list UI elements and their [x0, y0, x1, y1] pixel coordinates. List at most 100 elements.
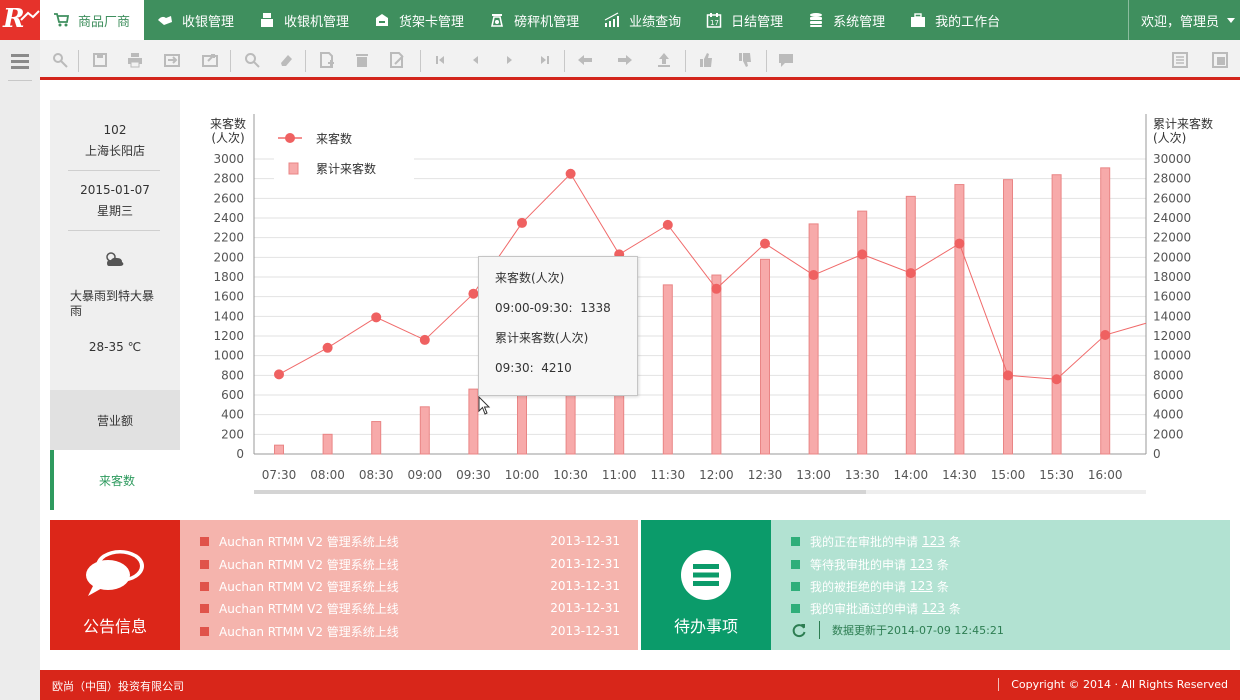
back-arrow-icon[interactable] [577, 52, 593, 68]
data-point [1003, 370, 1013, 381]
bar [274, 444, 284, 455]
user-menu[interactable]: 欢迎，管理员 [1128, 0, 1240, 40]
list-item[interactable]: Auchan RTMM V2 管理系统上线 2013-12-31 [200, 555, 620, 573]
save-icon[interactable] [92, 52, 108, 68]
list-item[interactable]: 我的被拒绝的申请 123 条 [791, 577, 949, 595]
y-tick-label-left: 400 [221, 408, 244, 422]
search-settings-icon[interactable] [52, 52, 68, 68]
search-icon[interactable] [244, 52, 260, 68]
nav-item-label: 系统管理 [833, 14, 886, 30]
refresh-icon[interactable] [791, 622, 807, 638]
comment-icon[interactable] [778, 52, 794, 68]
rain-cloud-icon [103, 250, 127, 270]
svg-text:17: 17 [710, 19, 719, 27]
todo-list: 数据更新于2014-07-09 12:45:21 我的正在审批的申请 123 条等待… [771, 520, 1230, 650]
cart-icon [52, 12, 70, 28]
y-tick-label-left: 2400 [213, 211, 244, 225]
list-item[interactable]: 等待我审批的申请 123 条 [791, 555, 949, 573]
edit-doc-icon[interactable] [389, 52, 405, 68]
database-icon [807, 12, 825, 28]
tab-revenue[interactable]: 营业额 [50, 390, 180, 450]
tab-visitors[interactable]: 来客数 [50, 450, 180, 510]
nav-item-label: 磅秤机管理 [514, 14, 580, 30]
nav-item-scale[interactable]: 磅秤机管理 [476, 0, 591, 40]
list-item[interactable]: Auchan RTMM V2 管理系统上线 2013-12-31 [200, 622, 620, 640]
nav-item-cashier[interactable]: 收银管理 [144, 0, 246, 40]
next-page-icon[interactable] [502, 52, 518, 68]
legend-label: 累计来客数 [316, 161, 376, 176]
todo-count[interactable]: 123 [922, 601, 945, 615]
thumbs-down-icon[interactable] [737, 52, 753, 68]
legend-marker [285, 133, 295, 143]
y-tick-label-left: 1600 [213, 290, 244, 304]
data-point [322, 342, 333, 353]
top-nav-bar: R 商品厂商 收银管理 收银机管理 货架卡管理 磅秤机管理 业绩查询 17 日结… [0, 0, 1240, 40]
y-tick-label-right: 16000 [1153, 290, 1191, 304]
list-item[interactable]: 我的正在审批的申请 123 条 [791, 532, 961, 550]
divider [68, 230, 160, 231]
date: 2015-01-07 [80, 183, 150, 197]
forward-arrow-icon[interactable] [617, 52, 633, 68]
tooltip-value: 1338 [580, 301, 611, 315]
list-item[interactable]: Auchan RTMM V2 管理系统上线 2013-12-31 [200, 577, 620, 595]
y-axis-title-right: (人次) [1153, 131, 1186, 145]
user-greeting: 欢迎，管理员 [1141, 14, 1220, 30]
todo-tile[interactable]: 待办事项 [641, 520, 771, 650]
copyright: Copyright © 2014 · All Rights Reserved [998, 678, 1228, 691]
upload-icon[interactable] [656, 52, 672, 68]
footer: 欧尚（中国）投资有限公司 Copyright © 2014 · All Righ… [40, 670, 1240, 700]
x-tick-label: 07:30 [262, 468, 297, 482]
visitor-chart: 0 200 400 600 800 1000 1200 1400 1600 1800 2000 220… [200, 100, 1240, 500]
nav-item-daily-close[interactable]: 17 日结管理 [693, 0, 795, 40]
bullet-icon [200, 603, 209, 613]
nav-item-workbench[interactable]: 我的工作台 [897, 0, 1012, 40]
todo-count[interactable]: 123 [922, 534, 945, 548]
shelf-icon [373, 12, 391, 28]
delete-icon[interactable] [354, 52, 370, 68]
prev-page-icon[interactable] [467, 52, 483, 68]
tooltip-value: 4210 [541, 361, 572, 375]
store-info: 102 上海长阳店 [50, 120, 180, 162]
toolbar [40, 40, 1240, 80]
y-tick-label-right: 30000 [1153, 152, 1191, 166]
nav-item-label: 货架卡管理 [399, 14, 465, 30]
x-tick-label: 09:30 [456, 468, 491, 482]
y-tick-label-left: 2600 [213, 191, 244, 205]
list-item[interactable]: Auchan RTMM V2 管理系统上线 2013-12-31 [200, 599, 620, 617]
list-item[interactable]: 我的审批通过的申请 123 条 [791, 599, 961, 617]
nav-item-shelf-card[interactable]: 货架卡管理 [361, 0, 476, 40]
export-icon[interactable] [202, 52, 218, 68]
announcements-list: Auchan RTMM V2 管理系统上线 2013-12-31 Auchan RT… [180, 520, 638, 650]
nav-item-register[interactable]: 收银机管理 [246, 0, 361, 40]
print-icon[interactable] [127, 52, 143, 68]
divider [8, 80, 32, 81]
announcements-tile[interactable]: 公告信息 [50, 520, 180, 650]
first-page-icon[interactable] [432, 52, 448, 68]
menu-icon[interactable] [11, 54, 29, 72]
x-tick-label: 14:00 [894, 468, 929, 482]
bar [857, 210, 868, 455]
thumbs-up-icon[interactable] [698, 52, 714, 68]
date-info: 2015-01-07 星期三 [50, 180, 180, 222]
chevron-down-icon [1227, 17, 1236, 23]
todo-count[interactable]: 123 [910, 557, 933, 571]
legend-label: 来客数 [316, 131, 352, 146]
todo-count[interactable]: 123 [910, 579, 933, 593]
nav-item-label: 收银管理 [182, 14, 235, 30]
weekday: 星期三 [96, 204, 133, 218]
eraser-icon[interactable] [278, 52, 294, 68]
nav-item-products[interactable]: 商品厂商 [40, 0, 145, 40]
nav-item-system[interactable]: 系统管理 [795, 0, 897, 40]
y-tick-label-right: 12000 [1153, 329, 1191, 343]
last-page-icon[interactable] [537, 52, 553, 68]
import-icon[interactable] [164, 52, 180, 68]
window-icon[interactable] [1212, 52, 1228, 68]
todo-title: 待办事项 [673, 617, 738, 636]
bullet-icon [200, 581, 209, 591]
list-view-icon[interactable] [1172, 52, 1188, 68]
add-doc-icon[interactable] [319, 52, 335, 68]
x-tick-label: 16:00 [1088, 468, 1123, 482]
y-tick-label-right: 4000 [1153, 408, 1184, 422]
nav-item-performance[interactable]: 业绩查询 [591, 0, 693, 40]
list-item[interactable]: Auchan RTMM V2 管理系统上线 2013-12-31 [200, 532, 620, 550]
